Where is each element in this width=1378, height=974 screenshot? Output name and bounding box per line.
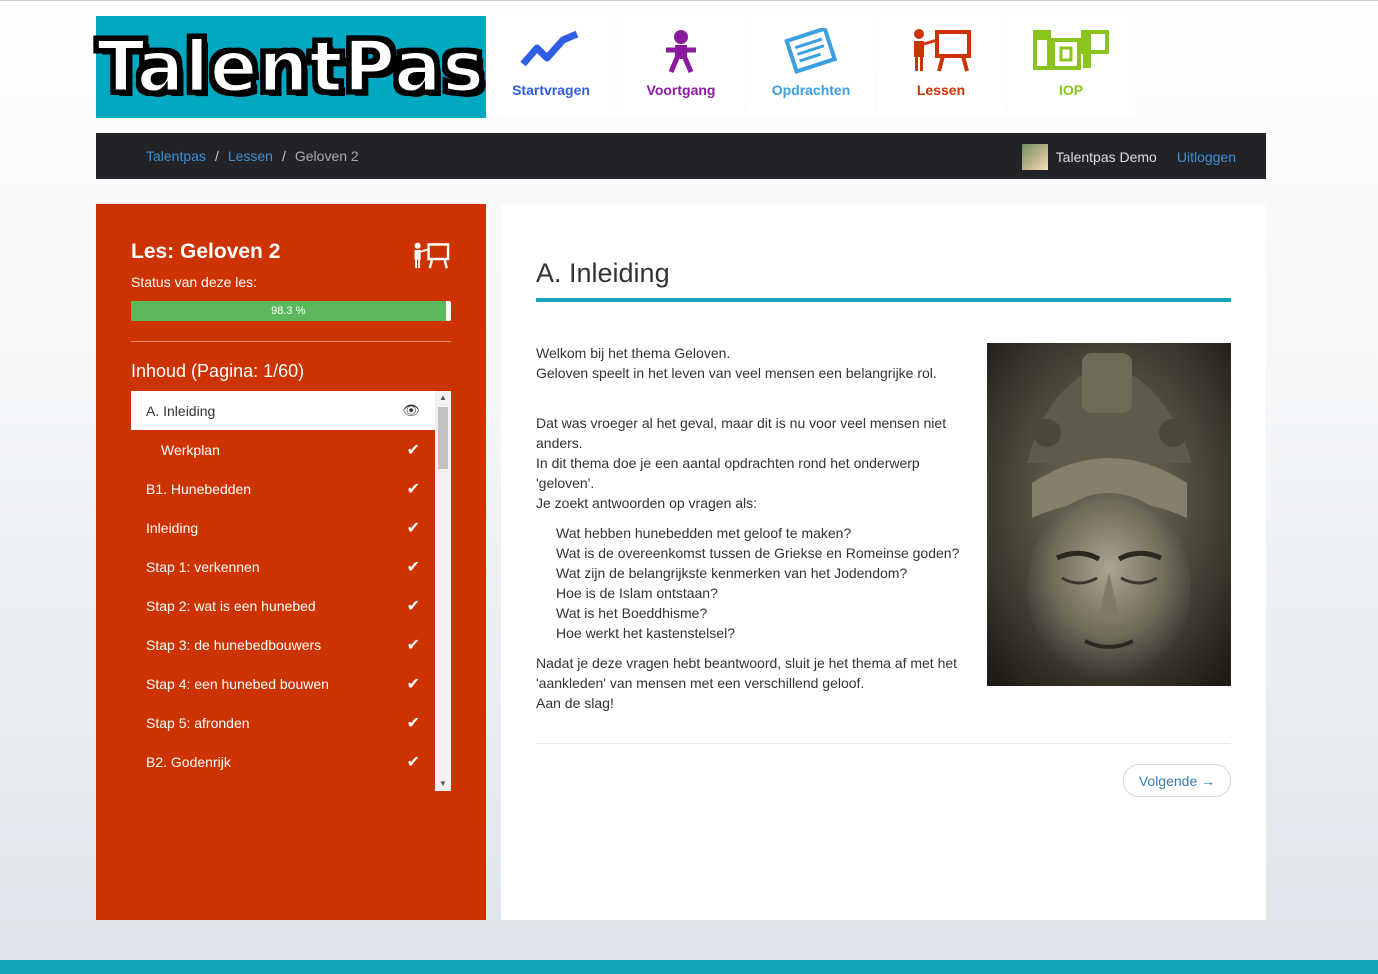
check-icon: ✔ — [406, 519, 420, 537]
outro-line: Aan de slag! — [536, 695, 614, 711]
nav-lessen[interactable]: Lessen — [877, 16, 1005, 116]
next-button[interactable]: Volgende → — [1123, 764, 1231, 797]
progress-fill: 98.3 % — [131, 301, 446, 321]
toc-item[interactable]: Stap 3: de hunebedbouwers ✔ — [131, 625, 435, 664]
nav-label: Opdrachten — [771, 82, 851, 98]
check-icon: ✔ — [406, 480, 420, 498]
paragraph-line: Je zoekt antwoorden op vragen als: — [536, 495, 758, 511]
toc-title: Inhoud (Pagina: 1/60) — [131, 361, 305, 381]
teacher-board-icon — [914, 29, 971, 72]
toc-item-label: Stap 4: een hunebed bouwen — [146, 675, 329, 692]
teacher-board-icon — [414, 242, 450, 269]
toc-item[interactable]: Stap 4: een hunebed bouwen ✔ — [131, 664, 435, 703]
toc-item[interactable]: Stap 1: verkennen ✔ — [131, 547, 435, 586]
scroll-down-arrow-icon[interactable]: ▼ — [435, 777, 451, 791]
check-icon: ✔ — [406, 675, 420, 693]
title-underline — [536, 298, 1231, 302]
content-divider — [536, 743, 1231, 744]
outro-line: Nadat je deze vragen hebt beantwoord, sl… — [536, 655, 958, 691]
breadcrumb-bar: Talentpas / Lessen / Geloven 2 Talentpas… — [96, 133, 1266, 179]
nav-label: Voortgang — [646, 82, 716, 98]
question-list: Wat hebben hunebedden met geloof te make… — [556, 523, 976, 643]
check-icon: ✔ — [406, 753, 420, 771]
nav-label: IOP — [1058, 82, 1084, 98]
buddha-statue-image — [987, 343, 1231, 686]
breadcrumb-home-link[interactable]: Talentpas — [146, 148, 206, 164]
toc-item[interactable]: Werkplan ✔ — [131, 430, 435, 469]
question-item: Wat is de overeenkomst tussen de Griekse… — [556, 545, 960, 561]
user-menu: Talentpas Demo Uitloggen — [1021, 144, 1236, 170]
toc-scrollbar[interactable]: ▲ ▼ — [435, 391, 451, 791]
main-nav: Startvragen Voortgang Opdrachten Lessen … — [487, 16, 1137, 118]
top-border — [0, 0, 1378, 1]
talentpas-logo[interactable]: TalentPas — [95, 16, 486, 118]
toc-item-label: A. Inleiding — [146, 402, 216, 419]
nav-opdrachten[interactable]: Opdrachten — [747, 16, 875, 116]
toc-item[interactable]: B2. Godenrijk ✔ — [131, 742, 435, 781]
toc-item[interactable]: A. Inleiding 👁 — [131, 391, 435, 430]
toc-item[interactable]: Inleiding ✔ — [131, 508, 435, 547]
intro-line: Welkom bij het thema Geloven. — [536, 345, 731, 361]
toc-item[interactable]: Stap 5: afronden ✔ — [131, 703, 435, 742]
breadcrumb-separator: / — [281, 148, 286, 164]
user-name: Talentpas Demo — [1055, 149, 1157, 165]
table-of-contents: A. Inleiding 👁 Werkplan ✔ B1. Hunebedden ✔ Inl… — [131, 391, 451, 791]
question-item: Wat hebben hunebedden met geloof te make… — [556, 525, 852, 541]
assignment-icon — [784, 28, 838, 74]
eye-icon: 👁 — [402, 402, 420, 418]
toc-item-label: B2. Godenrijk — [146, 753, 231, 770]
lesson-progress-bar: 98.3 % — [131, 301, 451, 321]
avatar — [1021, 144, 1048, 170]
question-item: Hoe werkt het kastenstelsel? — [556, 625, 735, 641]
person-icon — [666, 30, 696, 73]
status-label: Status van deze les: — [131, 274, 258, 290]
logo-text: TalentPas — [95, 26, 486, 108]
intro-line: Geloven speelt in het leven van veel men… — [536, 365, 937, 381]
question-item: Wat zijn de belangrijkste kenmerken van … — [556, 565, 908, 581]
scroll-up-arrow-icon[interactable]: ▲ — [435, 391, 451, 405]
lesson-sidebar: Les: Geloven 2 Status van deze les: 98.3… — [96, 204, 486, 920]
toc-item-label: Inleiding — [146, 519, 199, 536]
nav-label: Startvragen — [512, 82, 590, 98]
toc-item-label: B1. Hunebedden — [146, 480, 252, 497]
nav-label: Lessen — [916, 82, 966, 98]
nav-startvragen[interactable]: Startvragen — [487, 16, 615, 116]
breadcrumb-current: Geloven 2 — [294, 148, 359, 164]
logout-link[interactable]: Uitloggen — [1177, 149, 1236, 165]
check-icon: ✔ — [406, 714, 420, 732]
check-icon: ✔ — [406, 636, 420, 654]
toc-item[interactable]: B1. Hunebedden ✔ — [131, 469, 435, 508]
iop-icon — [1033, 30, 1109, 70]
breadcrumb-lessen-link[interactable]: Lessen — [228, 148, 273, 164]
toc-item-label: Stap 2: wat is een hunebed — [146, 597, 316, 614]
toc-item-label: Stap 5: afronden — [146, 714, 250, 731]
breadcrumb: Talentpas / Lessen / Geloven 2 — [146, 148, 359, 164]
nav-iop[interactable]: IOP — [1007, 16, 1135, 116]
toc-item-label: Stap 1: verkennen — [146, 558, 260, 575]
footer-bar — [0, 960, 1378, 974]
check-icon: ✔ — [406, 597, 420, 615]
chart-trend-icon — [520, 30, 579, 67]
scroll-thumb[interactable] — [438, 407, 448, 469]
toc-item-label: Stap 3: de hunebedbouwers — [146, 636, 322, 653]
page-title: A. Inleiding — [536, 258, 670, 288]
lesson-title: Les: Geloven 2 — [131, 240, 281, 263]
lesson-text: Welkom bij het thema Geloven. Geloven sp… — [536, 343, 976, 713]
paragraph-line: In dit thema doe je een aantal opdrachte… — [536, 455, 920, 491]
question-item: Hoe is de Islam ontstaan? — [556, 585, 718, 601]
paragraph-line: Dat was vroeger al het geval, maar dit i… — [536, 415, 947, 451]
toc-list: A. Inleiding 👁 Werkplan ✔ B1. Hunebedden ✔ Inl… — [131, 391, 435, 781]
breadcrumb-separator: / — [214, 148, 219, 164]
check-icon: ✔ — [406, 441, 420, 459]
nav-voortgang[interactable]: Voortgang — [617, 16, 745, 116]
question-item: Wat is het Boeddhisme? — [556, 605, 708, 621]
divider — [131, 341, 451, 342]
toc-item-label: Werkplan — [161, 441, 220, 458]
lesson-content: A. Inleiding Welkom bij het thema Gelove… — [501, 204, 1266, 920]
toc-item[interactable]: Stap 2: wat is een hunebed ✔ — [131, 586, 435, 625]
check-icon: ✔ — [406, 558, 420, 576]
